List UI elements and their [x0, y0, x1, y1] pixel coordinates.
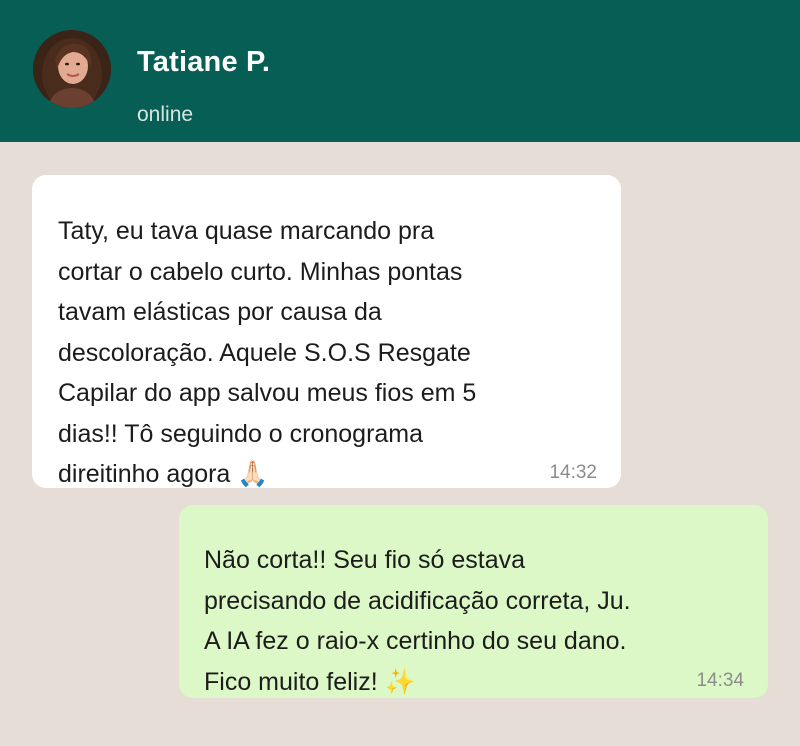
praying-hands-emoji-icon: 🙏🏻	[237, 459, 269, 488]
avatar[interactable]	[33, 30, 111, 108]
message-text-body: Não corta!! Seu fio só estava precisando…	[204, 546, 631, 696]
message-text: Taty, eu tava quase marcando pra cortar …	[58, 211, 597, 495]
message-timestamp: 14:32	[549, 462, 597, 483]
sparkles-emoji-icon: ✨	[384, 666, 416, 696]
message-bubble-incoming[interactable]: Taty, eu tava quase marcando pra cortar …	[32, 175, 621, 488]
profile-photo-icon	[33, 30, 111, 108]
message-bubble-outgoing[interactable]: Não corta!! Seu fio só estava precisando…	[179, 505, 768, 698]
contact-status: online	[137, 103, 194, 126]
message-text-body: Taty, eu tava quase marcando pra cortar …	[58, 217, 477, 488]
message-text: Não corta!! Seu fio só estava precisando…	[204, 540, 744, 702]
chat-header: Tatiane P. online	[0, 0, 800, 142]
contact-name[interactable]: Tatiane P.	[137, 46, 270, 79]
message-timestamp: 14:34	[696, 670, 744, 691]
